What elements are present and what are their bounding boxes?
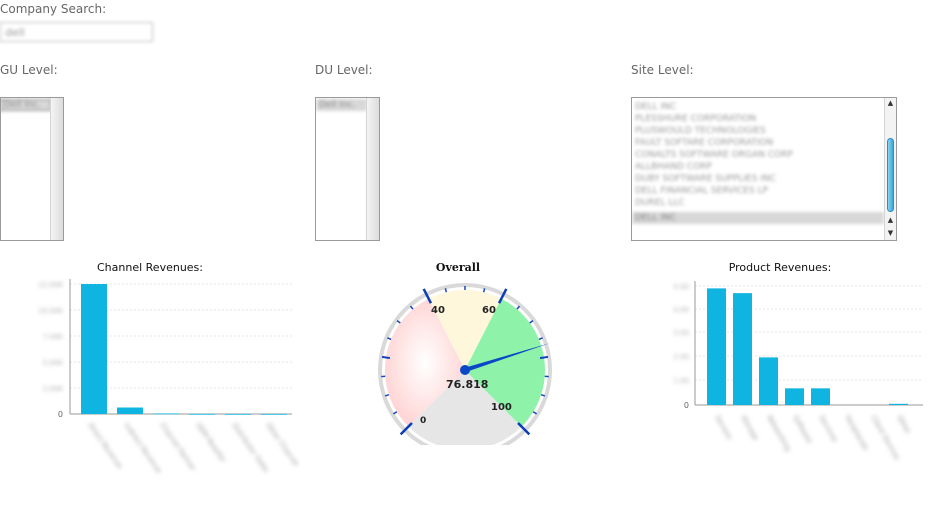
y-tick-zero: 0 bbox=[684, 401, 689, 410]
x-tick-label: Distributor Sales bbox=[230, 422, 270, 475]
y-tick-label: 2.00K bbox=[43, 385, 64, 393]
y-tick-label: 3.00 bbox=[673, 329, 689, 337]
bar-networking bbox=[759, 357, 778, 405]
site-list-item[interactable]: FAULT SOFTARE CORPORATION bbox=[632, 137, 884, 149]
bar-storage bbox=[733, 293, 752, 405]
channel-revenues-chart: 12.00K 10.00K 7.00K 5.00K 2.00K 0 Direct… bbox=[38, 279, 300, 475]
y-tick-label: 4.00 bbox=[673, 306, 689, 314]
x-tick-label: Other Channel bbox=[264, 422, 300, 468]
gu-level-label: GU Level: bbox=[0, 63, 58, 77]
du-list-scrollbar[interactable] bbox=[366, 98, 379, 240]
overall-gauge: 0 40 60 100 76.818 bbox=[378, 283, 552, 445]
gauge-hub bbox=[460, 365, 470, 375]
du-list-item[interactable]: Dell Inc. bbox=[316, 99, 367, 111]
company-search-label: Company Search: bbox=[0, 2, 107, 16]
du-level-list[interactable]: Dell Inc. bbox=[315, 97, 380, 241]
site-list-item[interactable]: CONALTS SOFTWARE ORGAN CORP bbox=[632, 149, 884, 161]
gauge-label-60: 60 bbox=[482, 305, 496, 316]
x-tick-label: Channel Partner bbox=[158, 422, 197, 473]
y-tick-label: 5.00 bbox=[673, 283, 689, 291]
x-tick-label: OEM Reseller bbox=[194, 422, 227, 464]
gauge-tick bbox=[392, 411, 398, 415]
bar-oem-reseller bbox=[189, 413, 215, 415]
gauge-tick bbox=[529, 320, 534, 324]
gauge-tick bbox=[387, 337, 392, 341]
x-tick-label: Services bbox=[817, 414, 839, 444]
site-list-item[interactable]: DELL FINANCIAL SERVICES LP bbox=[632, 185, 884, 197]
gauge-tick bbox=[409, 305, 414, 310]
gauge-value-readout: 76.818 bbox=[446, 378, 488, 391]
du-level-label: DU Level: bbox=[315, 63, 373, 77]
site-list-item[interactable]: ALLBHAND CORP bbox=[632, 161, 884, 173]
bar-direct-revenue bbox=[81, 284, 107, 414]
x-tick-label: Storage bbox=[739, 414, 760, 442]
product-revenues-chart: 5.00 4.00 3.00 2.00 1.00 0 Servers Stora… bbox=[673, 281, 923, 462]
bar-services bbox=[811, 388, 830, 405]
company-search-input[interactable] bbox=[0, 22, 153, 42]
y-tick-label: 5.00K bbox=[43, 359, 64, 367]
site-list-item[interactable]: DELL INC bbox=[632, 212, 884, 224]
y-tick-label: 2.00 bbox=[673, 353, 689, 361]
gauge-label-0: 0 bbox=[420, 416, 426, 426]
x-tick-label: Software bbox=[791, 414, 813, 445]
site-level-list[interactable]: DELL INC PLESSHURE CORPORATION PLUSWOULD… bbox=[631, 97, 897, 241]
gauge-tick bbox=[482, 288, 486, 293]
site-list-item[interactable]: PLUSWOULD TECHNOLOGIES bbox=[632, 125, 884, 137]
x-tick-label: Direct Revenue bbox=[86, 422, 123, 471]
y-tick-label: 10.00K bbox=[38, 307, 63, 315]
scroll-thumb[interactable] bbox=[887, 138, 894, 212]
gauge-tick bbox=[444, 288, 448, 293]
x-tick-label: Other bbox=[895, 414, 912, 435]
gauge-tick bbox=[539, 355, 549, 360]
gauge-tick bbox=[532, 411, 538, 415]
gauge-title: Overall bbox=[435, 261, 481, 274]
gu-level-list[interactable]: Dell Inc. bbox=[0, 97, 64, 241]
y-tick-label: 12.00K bbox=[38, 281, 63, 289]
gauge-label-40: 40 bbox=[431, 305, 445, 316]
scroll-up-icon[interactable]: ▲ bbox=[885, 98, 896, 109]
site-list-item[interactable]: DUREL LLC bbox=[632, 197, 884, 209]
x-tick-label: Servers bbox=[713, 414, 733, 441]
bar-channel-partner bbox=[153, 413, 179, 415]
scroll-down-icon[interactable]: ▼ bbox=[885, 228, 896, 239]
scroll-up-icon[interactable]: ▲ bbox=[885, 215, 896, 226]
bar-indirect-revenue bbox=[117, 407, 143, 414]
gu-list-scrollbar[interactable] bbox=[50, 98, 63, 240]
y-tick-label: 1.00 bbox=[673, 377, 689, 385]
site-level-label: Site Level: bbox=[631, 63, 694, 77]
bar-other bbox=[889, 403, 908, 405]
y-tick-zero: 0 bbox=[58, 410, 63, 419]
x-tick-label: Client Devices bbox=[869, 414, 901, 462]
gauge-tick bbox=[538, 337, 543, 341]
bar-software bbox=[785, 388, 804, 405]
channel-chart-title: Channel Revenues: bbox=[97, 261, 203, 274]
bar-distributor-sales bbox=[225, 413, 251, 415]
site-list-scrollbar[interactable]: ▲ ▲ ▼ bbox=[884, 98, 896, 240]
site-list-item[interactable]: DUBY SOFTWARE SUPPLIES INC bbox=[632, 173, 884, 185]
x-tick-label: Peripherals bbox=[843, 414, 870, 452]
y-tick-label: 7.00K bbox=[43, 333, 64, 341]
gauge-label-100: 100 bbox=[491, 402, 512, 413]
gauge-tick bbox=[381, 355, 391, 360]
product-chart-title: Product Revenues: bbox=[728, 261, 832, 274]
site-list-item[interactable]: DELL INC bbox=[632, 101, 884, 113]
bar-other-channel bbox=[261, 413, 287, 415]
x-tick-label: Networking bbox=[765, 414, 792, 453]
gauge-tick bbox=[516, 305, 521, 310]
x-tick-label: Indirect Revenue bbox=[122, 422, 163, 475]
gauge-tick bbox=[396, 320, 401, 324]
gu-list-item[interactable]: Dell Inc. bbox=[1, 99, 51, 111]
bar-servers bbox=[707, 288, 726, 405]
site-list-item[interactable]: PLESSHURE CORPORATION bbox=[632, 113, 884, 125]
